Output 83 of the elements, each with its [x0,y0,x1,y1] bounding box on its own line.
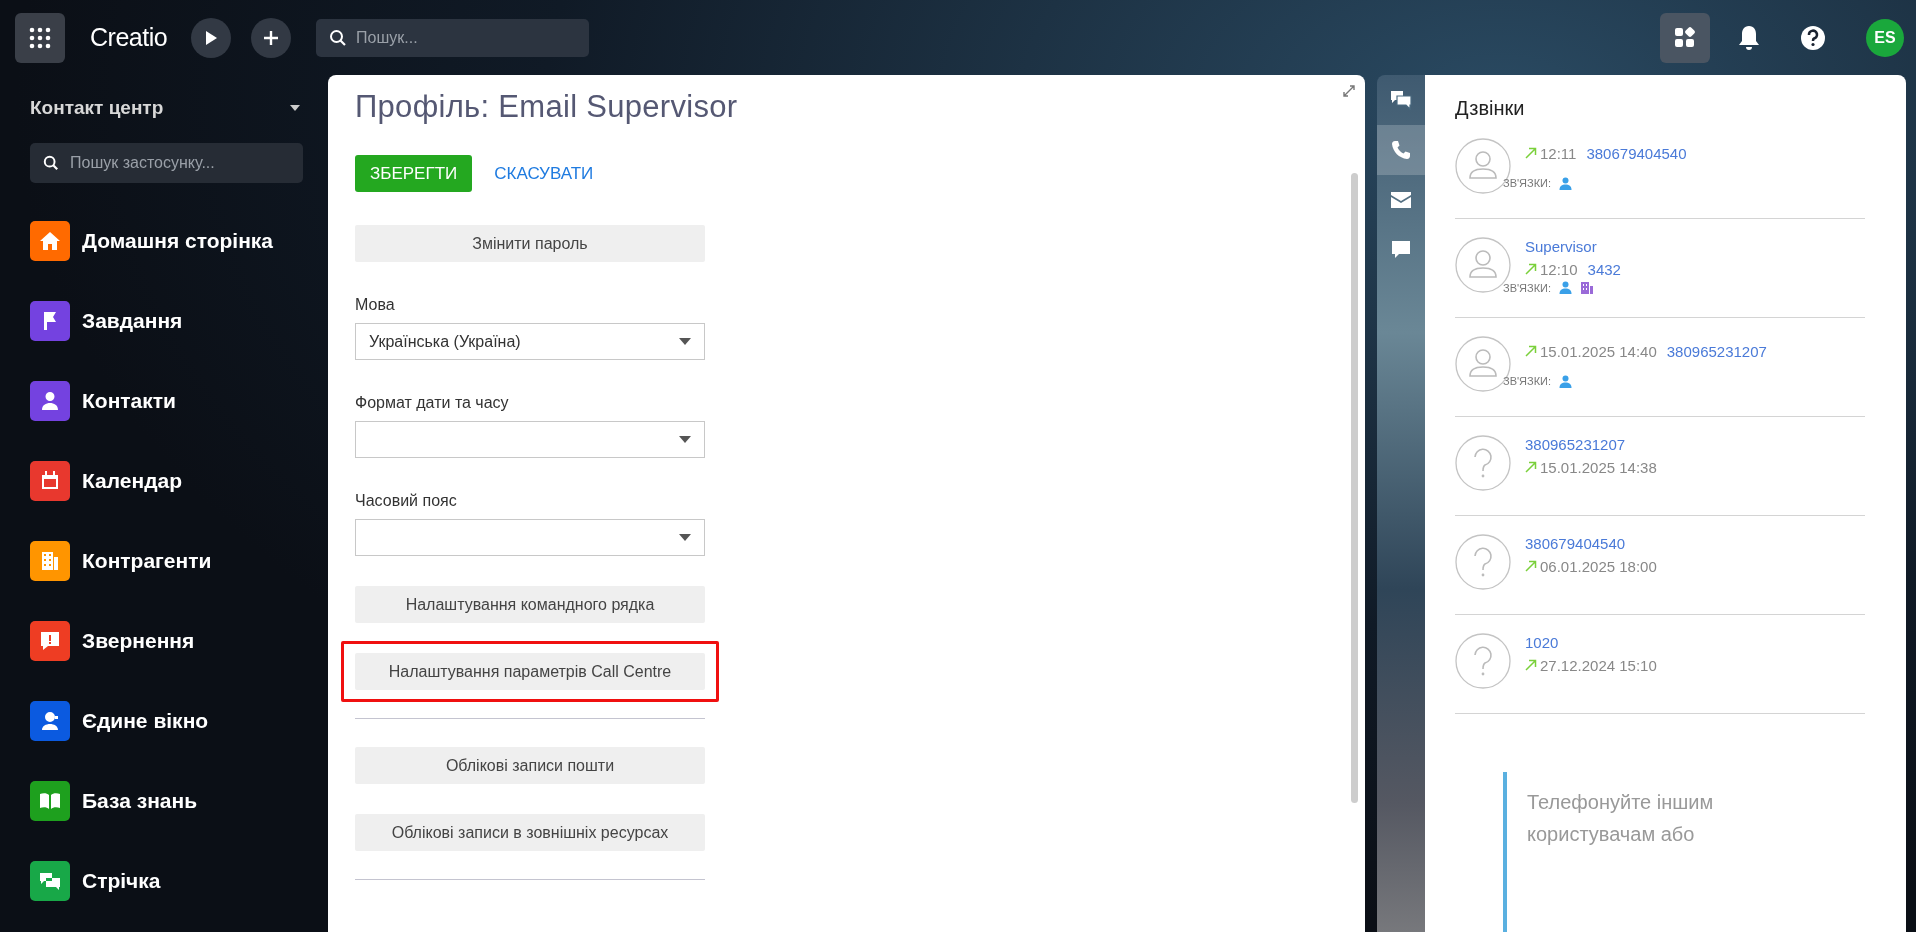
expand-icon[interactable] [1343,85,1355,97]
sidebar-item[interactable]: Стрічка [82,869,161,893]
settings-button[interactable]: Налаштування командного рядка [355,586,705,623]
cancel-button[interactable]: СКАСУВАТИ [494,163,594,184]
caret-icon[interactable] [290,105,300,111]
phone-number-link[interactable]: 380965231207 [1666,342,1767,360]
phone-number-link[interactable]: 380965231207 [1525,435,1865,453]
sidebar-item[interactable]: Контрагенти [82,549,212,573]
sidebar-item[interactable]: Контакти [82,389,176,413]
caret-icon [679,338,691,345]
message-icon [1391,240,1411,260]
dropdown-field[interactable] [355,519,705,556]
phone-number-link[interactable]: 380679404540 [1586,144,1687,162]
field-label: Часовий пояс [355,492,458,510]
bell-icon[interactable] [1738,24,1760,51]
app-icon[interactable] [30,701,70,741]
caret-icon [679,436,691,443]
app-search-field[interactable]: Пошук застосунку... [30,143,303,183]
app-icon[interactable] [30,781,70,821]
unknown-caller-icon [1455,435,1511,491]
sidebar-item[interactable]: Календар [82,469,183,493]
caller-name-link[interactable]: Supervisor [1525,237,1865,255]
grid-icon [29,26,51,49]
contact-icon[interactable] [1559,374,1573,388]
communication-tab[interactable] [1377,125,1425,175]
play-icon [205,30,218,45]
dropdown-field[interactable]: Українська (Україна) [355,323,705,360]
unknown-caller-icon [1455,633,1511,689]
dropdown-field[interactable] [355,421,705,458]
app-icon[interactable] [30,221,70,261]
sidebar-item[interactable]: Домашня сторінка [82,229,274,253]
sidebar-item[interactable]: Звернення [82,629,195,653]
app-icon[interactable] [30,461,70,501]
links-label: ЗВ'ЯЗКИ: [1503,177,1552,189]
app-icon[interactable] [30,301,70,341]
call-time: 06.01.2025 18:00 [1540,557,1657,575]
settings-button[interactable]: Змінити пароль [355,225,705,262]
outgoing-call-icon [1525,659,1537,671]
mail-icon [1391,192,1411,208]
settings-button[interactable]: Налаштування параметрів Call Centre [355,653,705,690]
app-icon[interactable] [30,861,70,901]
panel-title: Дзвінки [1455,97,1526,120]
search-field[interactable]: Пошук... [316,18,590,57]
logo: Creatio [90,23,168,52]
widgets-icon [1674,26,1696,49]
contact-icon[interactable] [1559,176,1573,190]
call-time: 12:11 [1540,144,1577,162]
app-menu-button[interactable] [15,12,65,63]
field-label: Мова [355,296,396,314]
links-label: ЗВ'ЯЗКИ: [1503,281,1552,294]
phone-number-link[interactable]: 380679404540 [1525,534,1865,552]
outgoing-call-icon [1525,560,1537,572]
phone-icon [1391,140,1411,160]
call-time: 12:10 [1540,260,1578,278]
page-title: Профіль: Email Supervisor [355,89,739,125]
plus-icon [263,29,280,46]
settings-button[interactable]: Облікові записи в зовнішніх ресурсах [355,814,705,851]
app-icon[interactable] [30,381,70,421]
outgoing-call-icon [1525,147,1537,159]
outgoing-call-icon [1525,263,1537,275]
sidebar-item[interactable]: Завдання [82,309,183,333]
settings-button[interactable]: Облікові записи пошти [355,747,705,784]
sidebar-item[interactable]: База знань [82,789,198,813]
apps-button[interactable] [1660,12,1710,63]
call-time: 15.01.2025 14:38 [1540,458,1657,476]
caret-icon [679,534,691,541]
call-time: 27.12.2024 15:10 [1540,656,1657,674]
workplace-title: Контакт центр [30,97,164,119]
call-time: 15.01.2025 14:40 [1540,342,1657,360]
field-label: Формат дати та часу [355,394,510,412]
chat-bubbles-icon [1390,90,1412,110]
help-icon[interactable] [1800,24,1826,51]
phone-number-link[interactable]: 3432 [1587,260,1621,278]
unknown-caller-icon [1455,534,1511,590]
contact-icon[interactable] [1559,281,1573,294]
hint-text: Телефонуйте іншим користувачам або [1527,790,1715,847]
building-icon[interactable] [1580,280,1595,295]
links-label: ЗВ'ЯЗКИ: [1503,375,1552,387]
outgoing-call-icon [1525,345,1537,357]
phone-number-link[interactable]: 1020 [1525,633,1865,651]
sidebar-item[interactable]: Єдине вікно [82,709,209,733]
outgoing-call-icon [1525,461,1537,473]
app-icon[interactable] [30,621,70,661]
